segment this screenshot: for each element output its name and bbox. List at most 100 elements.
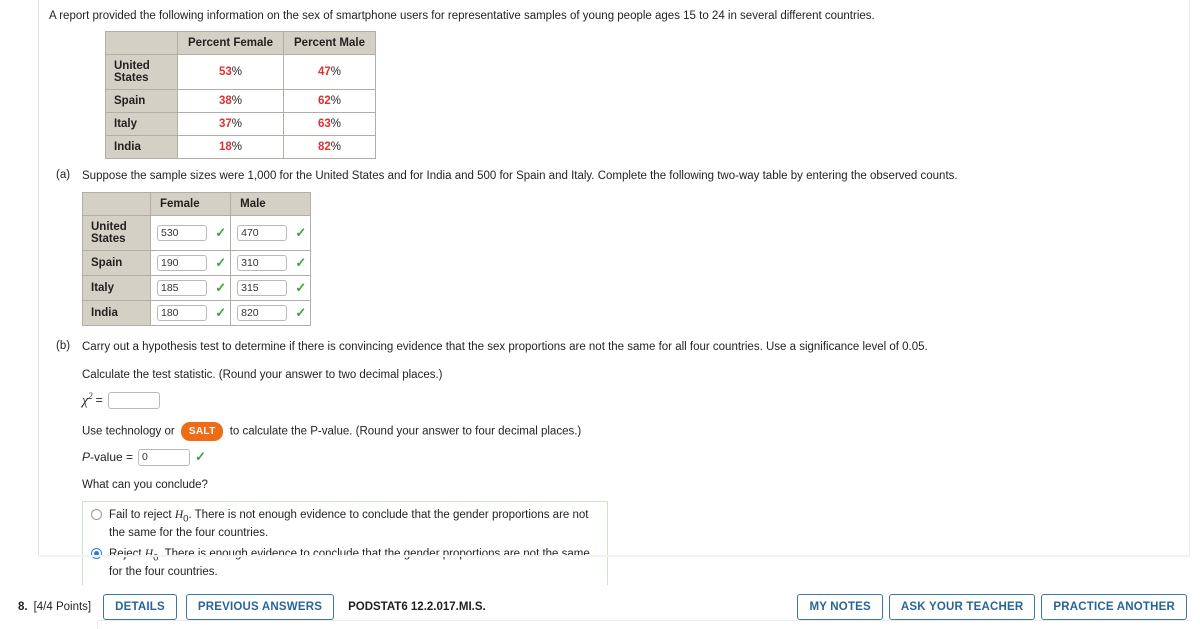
counts-us-male-cell: ✓ — [230, 215, 312, 251]
equals-sign: = — [95, 393, 103, 408]
table-row: Italy 37% 63% — [105, 112, 376, 136]
h-symbol: H — [174, 508, 184, 521]
previous-answers-button[interactable]: PREVIOUS ANSWERS — [185, 594, 335, 620]
test-statistic-prompt: Calculate the test statistic. (Round you… — [82, 369, 443, 381]
percent-table-header-female: Percent Female — [176, 31, 285, 55]
counts-spain-male-cell: ✓ — [230, 250, 312, 276]
choice-option-1[interactable]: Fail to reject H0. There is not enough e… — [91, 508, 599, 541]
part-a-text: Suppose the sample sizes were 1,000 for … — [82, 170, 958, 182]
pvalue-label-rest: -value = — [90, 450, 134, 465]
percent-us-female: 53% — [176, 54, 285, 90]
technology-prompt: Use technology or SALT to calculate the … — [82, 421, 1189, 441]
pvalue-input[interactable] — [138, 448, 191, 466]
percent-india-male: 82% — [283, 135, 376, 159]
part-b-tag: (b) — [56, 340, 71, 352]
choice-label-2: Reject H0. There is enough evidence to c… — [109, 547, 599, 580]
intro-text: A report provided the following informat… — [49, 10, 875, 22]
check-icon: ✓ — [215, 280, 227, 295]
check-icon: ✓ — [215, 305, 227, 320]
page-root: A report provided the following informat… — [0, 0, 1200, 629]
my-notes-button[interactable]: MY NOTES — [797, 594, 883, 620]
radio-icon[interactable] — [91, 547, 102, 559]
choice-rest: . There is enough evidence to conclude t… — [109, 547, 590, 579]
table-row: Spain 38% 62% — [105, 89, 376, 113]
check-icon: ✓ — [215, 225, 227, 240]
details-button[interactable]: DETAILS — [103, 594, 177, 620]
counts-table-header-female: Female — [149, 192, 232, 216]
percent-row-label-italy: Italy — [105, 112, 178, 136]
technology-prompt-before: Use technology or — [82, 425, 175, 438]
radio-icon[interactable] — [91, 508, 102, 520]
value: 62 — [317, 95, 331, 107]
check-icon: ✓ — [215, 255, 227, 270]
conclusion-prompt: What can you conclude? — [82, 478, 208, 491]
table-header-row: Percent Female Percent Male — [105, 31, 376, 55]
percent-spain-male: 62% — [283, 89, 376, 113]
counts-row-label-spain: Spain — [82, 250, 151, 276]
pvalue-row: P-value = ✓ — [82, 448, 1189, 466]
choice-prefix: Reject — [109, 547, 145, 560]
value: 38 — [218, 95, 232, 107]
next-question-card-top — [97, 620, 1190, 629]
counts-italy-female-cell: ✓ — [149, 275, 232, 301]
part-b-text: Carry out a hypothesis test to determine… — [82, 341, 928, 353]
check-icon: ✓ — [295, 225, 307, 240]
table-row: Spain ✓ ✓ — [82, 250, 312, 276]
part-a: (a) Suppose the sample sizes were 1,000 … — [49, 169, 1189, 184]
counts-us-female-input[interactable] — [157, 225, 207, 241]
salt-button[interactable]: SALT — [180, 421, 224, 441]
counts-spain-female-input[interactable] — [157, 255, 207, 271]
chi-square-input[interactable] — [107, 391, 160, 409]
card-shadow — [38, 555, 1190, 557]
percent-symbol: % — [330, 118, 341, 130]
bottom-bar-left: 8. [4/4 Points] DETAILS PREVIOUS ANSWERS… — [18, 594, 486, 620]
question-body: A report provided the following informat… — [39, 0, 1189, 629]
percent-table-corner — [105, 31, 178, 55]
chi-square-row: χ2 = — [82, 391, 1189, 410]
percent-symbol: % — [231, 95, 243, 107]
technology-prompt-after: to calculate the P-value. (Round your an… — [229, 425, 582, 438]
percent-symbol: % — [231, 118, 243, 130]
counts-us-male-input[interactable] — [237, 225, 288, 241]
assignment-code: PODSTAT6 12.2.017.MI.S. — [348, 601, 486, 613]
chi-square-symbol: χ2 — [82, 391, 93, 410]
part-b: (b) Carry out a hypothesis test to deter… — [49, 340, 1189, 355]
value: 47 — [317, 66, 331, 78]
practice-another-button[interactable]: PRACTICE ANOTHER — [1041, 594, 1187, 620]
percent-italy-male: 63% — [283, 112, 376, 136]
value: 18 — [218, 141, 232, 153]
counts-us-female-cell: ✓ — [149, 215, 232, 251]
percent-table: Percent Female Percent Male United State… — [105, 31, 376, 159]
counts-india-male-cell: ✓ — [230, 300, 312, 326]
counts-row-label-italy: Italy — [82, 275, 151, 301]
choice-prefix: Fail to reject — [109, 508, 175, 521]
choice-option-2[interactable]: Reject H0. There is enough evidence to c… — [91, 547, 599, 580]
part-a-tag: (a) — [56, 169, 71, 181]
bottom-bar-right: MY NOTES ASK YOUR TEACHER PRACTICE ANOTH… — [797, 594, 1187, 620]
counts-table-corner — [82, 192, 151, 216]
points-badge: [4/4 Points] — [33, 601, 92, 613]
counts-spain-male-input[interactable] — [237, 255, 288, 271]
ask-your-teacher-button[interactable]: ASK YOUR TEACHER — [888, 594, 1036, 620]
counts-spain-female-cell: ✓ — [149, 250, 232, 276]
percent-india-female: 18% — [176, 135, 285, 159]
percent-symbol: % — [330, 141, 341, 153]
counts-italy-female-input[interactable] — [157, 280, 207, 296]
value: 63 — [317, 118, 331, 130]
counts-italy-male-input[interactable] — [237, 280, 288, 296]
counts-india-male-input[interactable] — [237, 305, 288, 321]
counts-row-label-us: United States — [82, 215, 151, 251]
percent-symbol: % — [330, 95, 341, 107]
check-icon: ✓ — [295, 280, 307, 295]
check-icon: ✓ — [195, 449, 206, 465]
value: 82 — [317, 141, 331, 153]
table-header-row: Female Male — [82, 192, 312, 216]
value: 53 — [218, 66, 232, 78]
percent-italy-female: 37% — [176, 112, 285, 136]
table-row: United States ✓ ✓ — [82, 215, 312, 251]
table-row: Italy ✓ ✓ — [82, 275, 312, 301]
check-icon: ✓ — [295, 305, 307, 320]
percent-us-male: 47% — [283, 54, 376, 90]
counts-italy-male-cell: ✓ — [230, 275, 312, 301]
counts-india-female-input[interactable] — [157, 305, 207, 321]
